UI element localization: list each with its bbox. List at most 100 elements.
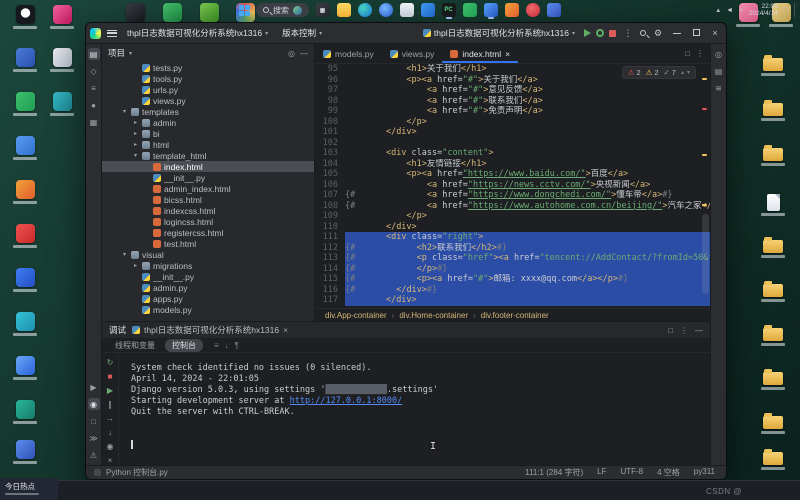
code-line-105[interactable]: 105 <p><a href="https://www.baidu.com/">… [315,169,710,180]
code-line-110[interactable]: 110 </div> [315,222,710,233]
console-settings-icon[interactable]: ≡ [214,341,219,350]
desktop-folder-5[interactable] [756,284,790,302]
tray-chevron-icon[interactable]: ▴ [717,6,721,14]
code-line-111[interactable]: 111 <div class="right"> [315,232,710,243]
taskbar-orange-app-icon[interactable] [504,1,519,19]
debug-button[interactable] [596,29,604,37]
desktop-file-1[interactable] [756,194,790,216]
desktop-folder-7[interactable] [756,372,790,390]
tree-item-views.py[interactable]: views.py [102,95,314,106]
taskbar-clock[interactable]: 22:012024/4/14 [749,3,778,17]
run-button[interactable] [584,29,591,37]
tree-item-logincss.html[interactable]: logincss.html [102,216,314,227]
code-line-102[interactable]: 102 [315,138,710,149]
database-tool-icon[interactable]: ▤ [713,65,725,77]
notification-center-icon[interactable]: □ [784,7,788,14]
taskbar-netdisk-icon[interactable] [546,1,561,19]
problems-tool-icon[interactable]: ⚠ [88,449,100,461]
tab-index.html[interactable]: index.html× [442,44,518,63]
tree-item-visual[interactable]: ▾visual [102,249,314,260]
tree-item-bi[interactable]: ▸bi [102,128,314,139]
desktop-icon-cyan-app[interactable] [8,312,42,336]
desktop-folder-9[interactable] [756,452,790,470]
step-into-icon[interactable]: ↓ [104,426,116,438]
ok-indicator[interactable]: ✓7 [664,68,676,77]
tray-network-icon[interactable]: ≈ [739,7,743,14]
taskbar-music-icon[interactable] [525,1,540,19]
code-line-104[interactable]: 104 <h1>友情链接</h1> [315,159,710,170]
prev-problem-icon[interactable]: ▴ [681,69,684,76]
desktop-folder-1[interactable] [756,58,790,76]
close-button[interactable]: × [708,26,722,40]
view-breakpoints-icon[interactable]: ◉ [104,440,116,452]
desktop-icon-orange-app[interactable] [8,180,42,204]
tree-item-registercss.html[interactable]: registercss.html [102,227,314,238]
tree-item-admin[interactable]: ▸admin [102,117,314,128]
maximize-button[interactable] [689,26,703,40]
desktop-folder-6[interactable] [756,328,790,346]
plugins-tool-icon[interactable]: ▦ [88,116,100,128]
taskbar-widgets-icon[interactable]: ▦ [315,1,330,19]
desktop-folder-2[interactable] [756,103,790,121]
status-tool-icon[interactable] [94,469,101,476]
resume-icon[interactable]: ▶ [104,384,116,396]
close-tab-icon[interactable]: × [505,49,510,59]
status-item[interactable]: 4 空格 [654,467,683,478]
layout-settings-icon[interactable]: □ [668,326,673,335]
desktop-icon-gray-app[interactable] [45,48,79,72]
tree-item-index.html[interactable]: index.html [102,161,314,172]
taskbar-explorer-icon[interactable] [336,1,351,19]
tree-item-tests.py[interactable]: tests.py [102,62,314,73]
scroll-to-end-icon[interactable]: ↓ [225,341,229,350]
warning-indicator[interactable]: ⚠2 [646,68,659,77]
stop-button[interactable] [609,30,616,37]
tree-item-admin.py[interactable]: admin.py [102,282,314,293]
taskbar-qq-icon[interactable] [483,1,498,19]
status-item[interactable]: 111:1 (284 字符) [522,467,586,478]
code-line-99[interactable]: 99 <a href="#">免责声明</a> [315,106,710,117]
collapse-all-icon[interactable]: — [300,49,308,58]
code-line-115[interactable]: 115{# <p><a href="#">邮箱: xxxx@qq.com</a>… [315,274,710,285]
desktop-icon-wechat[interactable] [8,92,42,116]
desktop-icon-teal-app-2[interactable] [8,400,42,424]
next-problem-icon[interactable]: ▾ [687,69,690,76]
taskbar-vscode-icon[interactable] [420,1,435,19]
code-line-113[interactable]: 113{# <p class="href"><a href="tencent:/… [315,253,710,264]
tree-item-admin_index.html[interactable]: admin_index.html [102,183,314,194]
code-line-101[interactable]: 101 </div> [315,127,710,138]
commit-tool-icon[interactable]: ◇ [88,65,100,77]
tree-item-indexcss.html[interactable]: indexcss.html [102,205,314,216]
debug-tool-icon[interactable]: ◉ [88,398,100,410]
editor-more-icon[interactable]: ⋮ [696,49,704,58]
search-everywhere-icon[interactable] [640,30,646,36]
tree-item-tools.py[interactable]: tools.py [102,73,314,84]
tree-item-models.py[interactable]: models.py [102,304,314,315]
desktop-folder-3[interactable] [756,148,790,166]
desktop-icon-teal-app[interactable] [45,92,79,116]
settings-gear-icon[interactable]: ⚙ [651,26,665,40]
code-line-112[interactable]: 112{# <h2>联系我们</h2>#} [315,243,710,254]
taskbar-wechat-icon[interactable] [462,1,477,19]
window-titlebar[interactable]: thpl日志数据可视化分析系统hx1316 ▾ 版本控制 ▾ thpl日志数据可… [86,23,726,44]
show-desktop-button[interactable] [794,3,796,17]
taskbar-pycharm-icon[interactable]: PC [441,1,456,19]
taskbar-edge-icon[interactable] [357,1,372,19]
tree-item-__init__.py[interactable]: __init__.py [102,271,314,282]
tab-views.py[interactable]: views.py [382,44,443,63]
code-line-117[interactable]: 117 </div> [315,295,710,306]
desktop-icon-blue-app-2[interactable] [8,268,42,292]
code-line-116[interactable]: 116{# </div>#} [315,285,710,296]
desktop-icon-blue-app-4[interactable] [8,440,42,464]
debug-panel-header[interactable]: 调试 thpl日志数据可视化分析系统hx1316 × □⋮— [102,322,710,338]
project-tool-icon[interactable]: ▤ [88,48,100,60]
code-line-114[interactable]: 114{# </p>#} [315,264,710,275]
tray-volume-icon[interactable]: ◄ [726,7,733,14]
breadcrumb-item[interactable]: div.App-container [325,311,387,320]
desktop-folder-8[interactable] [756,416,790,434]
taskbar-search-box[interactable]: 搜索 [256,3,309,17]
step-over-icon[interactable]: → [104,412,116,424]
run-tool-icon[interactable]: ▶ [88,381,100,393]
soft-wrap-icon[interactable]: ¶ [235,341,239,350]
code-line-109[interactable]: 109 </p> [315,211,710,222]
rerun-icon[interactable]: ↻ [104,356,116,368]
